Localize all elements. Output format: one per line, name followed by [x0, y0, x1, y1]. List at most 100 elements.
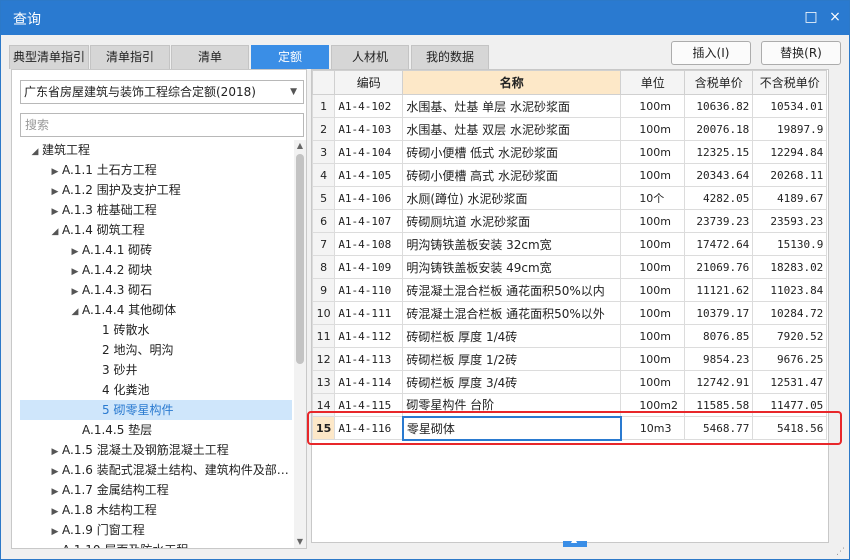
tab-typical-bill-guide[interactable]: 典型清单指引 [9, 45, 89, 69]
row-name[interactable]: 砖砌栏板 厚度 1/2砖 [402, 347, 622, 371]
tree-node[interactable]: ▶ A.1.5 混凝土及钢筋混凝土工程 [20, 440, 292, 460]
row-name[interactable]: 水围基、灶基 单层 水泥砂浆面 [402, 94, 622, 118]
tree-node[interactable]: 3 砂井 [20, 360, 292, 380]
col-header-unit[interactable]: 单位 [620, 70, 686, 95]
tree-node[interactable]: ◢ A.1.4.4 其他砌体 [20, 300, 292, 320]
table-row[interactable]: 3 A1-4-104 砖砌小便槽 低式 水泥砂浆面 100m 12325.15 12294… [312, 140, 828, 164]
tree-node[interactable]: ▶ A.1.1 土石方工程 [20, 160, 292, 180]
table-row[interactable]: 14 A1-4-115 砌零星构件 台阶 100m2 11585.58 11477.05 [312, 393, 828, 417]
scroll-down-icon[interactable]: ▼ [294, 536, 306, 548]
row-price-incl-tax: 4282.05 [684, 186, 754, 210]
row-name[interactable]: 水厕(蹲位) 水泥砂浆面 [402, 186, 622, 210]
tree-node-label: A.1.8 木结构工程 [62, 503, 157, 517]
tree-node[interactable]: 2 地沟、明沟 [20, 340, 292, 360]
tree-node[interactable]: ▶ A.1.4.3 砌石 [20, 280, 292, 300]
tree-node-label: A.1.4.2 砌块 [82, 263, 153, 277]
close-icon[interactable]: × [825, 7, 845, 27]
row-name[interactable]: 砖砌小便槽 高式 水泥砂浆面 [402, 163, 622, 187]
row-index: 13 [312, 370, 336, 394]
tree-node[interactable]: ▶ A.1.2 围护及支护工程 [20, 180, 292, 200]
tree-node[interactable]: ◢ 建筑工程 [20, 140, 292, 160]
tab-my-data[interactable]: 我的数据 [411, 45, 489, 69]
collapsed-arrow-icon[interactable]: ▶ [48, 182, 62, 200]
table-row[interactable]: 13 A1-4-114 砖砌栏板 厚度 3/4砖 100m 12742.91 12531.… [312, 370, 828, 394]
replace-button[interactable]: 替换(R) [761, 41, 841, 65]
col-header-price-incl-tax[interactable]: 含税单价 [684, 70, 754, 95]
row-name[interactable]: 砖砌栏板 厚度 1/4砖 [402, 324, 622, 348]
row-name[interactable]: 砖砌小便槽 低式 水泥砂浆面 [402, 140, 622, 164]
tab-bill-guide[interactable]: 清单指引 [90, 45, 170, 69]
row-price-incl-tax: 11585.58 [684, 393, 754, 417]
row-name[interactable]: 砖砌厕坑道 水泥砂浆面 [402, 209, 622, 233]
tab-quota[interactable]: 定额 [251, 45, 329, 69]
row-price-incl-tax: 10636.82 [684, 94, 754, 118]
expanded-arrow-icon[interactable]: ◢ [48, 222, 62, 240]
tree-node[interactable]: ▶ A.1.4.2 砌块 [20, 260, 292, 280]
scroll-up-icon[interactable]: ▲ [294, 140, 306, 152]
tree-node[interactable]: ▶ A.1.6 装配式混凝土结构、建筑构件及部… [20, 460, 292, 480]
table-row[interactable]: 10 A1-4-111 砖混凝土混合栏板 通花面积50%以外 100m 10379.17… [312, 301, 828, 325]
table-row[interactable]: 2 A1-4-103 水围基、灶基 双层 水泥砂浆面 100m 20076.18 1989… [312, 117, 828, 141]
table-row[interactable]: 5 A1-4-106 水厕(蹲位) 水泥砂浆面 10个 4282.05 4189.67 [312, 186, 828, 210]
collapsed-arrow-icon[interactable]: ▶ [48, 442, 62, 460]
maximize-icon[interactable]: □ [801, 7, 821, 27]
collapsed-arrow-icon[interactable]: ▶ [48, 522, 62, 540]
collapsed-arrow-icon[interactable]: ▶ [48, 202, 62, 220]
table-row[interactable]: 9 A1-4-110 砖混凝土混合栏板 通花面积50%以内 100m 11121.62 1… [312, 278, 828, 302]
table-row[interactable]: 4 A1-4-105 砖砌小便槽 高式 水泥砂浆面 100m 20343.64 20268… [312, 163, 828, 187]
library-select[interactable]: 广东省房屋建筑与装饰工程综合定额(2018) ▼ [20, 80, 304, 104]
tree-scrollbar[interactable]: ▲ ▼ [294, 140, 306, 548]
expanded-arrow-icon[interactable]: ◢ [68, 302, 82, 320]
row-code: A1-4-111 [334, 301, 404, 325]
tree-node[interactable]: ▶ A.1.8 木结构工程 [20, 500, 292, 520]
col-header-name[interactable]: 名称 [402, 70, 622, 95]
tree-node[interactable]: ◢ A.1.4 砌筑工程 [20, 220, 292, 240]
resize-grip-icon[interactable]: ⋰ [836, 547, 845, 557]
col-header-price-excl-tax[interactable]: 不含税单价 [752, 70, 828, 95]
row-code: A1-4-106 [334, 186, 404, 210]
collapsed-arrow-icon[interactable]: ▶ [68, 242, 82, 260]
collapsed-arrow-icon[interactable]: ▶ [48, 502, 62, 520]
collapsed-arrow-icon[interactable]: ▶ [48, 162, 62, 180]
search-input[interactable]: 搜索 [20, 113, 304, 137]
insert-button[interactable]: 插入(I) [671, 41, 751, 65]
expand-handle[interactable]: ▲ [563, 535, 587, 547]
collapsed-arrow-icon[interactable]: ▶ [68, 282, 82, 300]
row-name[interactable]: 砖砌栏板 厚度 3/4砖 [402, 370, 622, 394]
collapsed-arrow-icon[interactable]: ▶ [48, 542, 62, 548]
col-header-code[interactable]: 编码 [334, 70, 404, 95]
table-row[interactable]: 6 A1-4-107 砖砌厕坑道 水泥砂浆面 100m 23739.23 23593.23 [312, 209, 828, 233]
row-name[interactable]: 明沟铸铁盖板安装 49cm宽 [402, 255, 622, 279]
tab-bill[interactable]: 清单 [171, 45, 249, 69]
table-row[interactable]: 12 A1-4-113 砖砌栏板 厚度 1/2砖 100m 9854.23 9676.25 [312, 347, 828, 371]
collapsed-arrow-icon[interactable]: ▶ [68, 262, 82, 280]
row-name[interactable]: 水围基、灶基 双层 水泥砂浆面 [402, 117, 622, 141]
table-row[interactable]: 11 A1-4-112 砖砌栏板 厚度 1/4砖 100m 8076.85 7920.52 [312, 324, 828, 348]
collapsed-arrow-icon[interactable]: ▶ [48, 482, 62, 500]
tab-labor-material-machine[interactable]: 人材机 [331, 45, 409, 69]
row-unit: 100m [620, 370, 686, 394]
title-bar: 查询 □ × [1, 1, 849, 35]
table-row[interactable]: 1 A1-4-102 水围基、灶基 单层 水泥砂浆面 100m 10636.82 1053… [312, 94, 828, 118]
expanded-arrow-icon[interactable]: ◢ [28, 142, 42, 160]
tree-node[interactable]: 1 砖散水 [20, 320, 292, 340]
tree-node[interactable]: 5 砌零星构件 [20, 400, 292, 420]
tree-node[interactable]: 4 化粪池 [20, 380, 292, 400]
row-price-incl-tax: 17472.64 [684, 232, 754, 256]
row-name[interactable]: 明沟铸铁盖板安装 32cm宽 [402, 232, 622, 256]
tree-node[interactable]: ▶ A.1.9 门窗工程 [20, 520, 292, 540]
row-name[interactable]: 零星砌体 [401, 415, 622, 441]
row-name[interactable]: 砖混凝土混合栏板 通花面积50%以外 [402, 301, 622, 325]
tree-node[interactable]: ▶ A.1.7 金属结构工程 [20, 480, 292, 500]
collapsed-arrow-icon[interactable]: ▶ [48, 462, 62, 480]
tree-node[interactable]: ▶ A.1.4.1 砌砖 [20, 240, 292, 260]
row-name[interactable]: 砌零星构件 台阶 [402, 393, 622, 417]
scroll-thumb[interactable] [296, 154, 304, 364]
tree-node[interactable]: A.1.4.5 垫层 [20, 420, 292, 440]
table-row[interactable]: 8 A1-4-109 明沟铸铁盖板安装 49cm宽 100m 21069.76 18283… [312, 255, 828, 279]
tree-node[interactable]: ▶A.1.10 屋面及防水工程 [20, 540, 292, 548]
tree-node[interactable]: ▶ A.1.3 桩基础工程 [20, 200, 292, 220]
table-row[interactable]: 15 A1-4-116 零星砌体 10m3 5468.77 5418.56 [312, 415, 828, 441]
table-row[interactable]: 7 A1-4-108 明沟铸铁盖板安装 32cm宽 100m 17472.64 15130… [312, 232, 828, 256]
row-name[interactable]: 砖混凝土混合栏板 通花面积50%以内 [402, 278, 622, 302]
